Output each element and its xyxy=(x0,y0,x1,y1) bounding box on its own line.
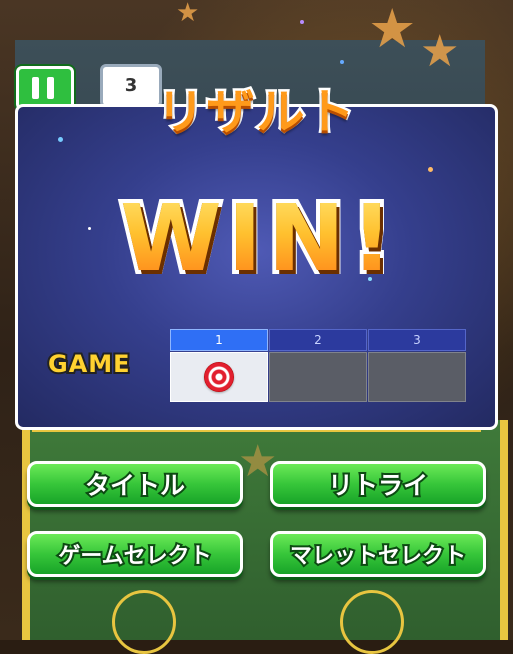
target-win-icon xyxy=(204,362,234,392)
game-result-cell xyxy=(269,352,367,402)
game-column-header: 3 xyxy=(368,329,466,351)
win-text: WIN! xyxy=(18,185,495,292)
game-select-button[interactable]: ゲームセレクト xyxy=(27,531,243,577)
game-label: GAME xyxy=(46,348,132,380)
mallet-select-button[interactable]: マレットセレクト xyxy=(270,531,486,577)
sparkle-dot xyxy=(428,167,433,172)
result-title: リザルト xyxy=(154,82,357,143)
mallet-ring-left xyxy=(112,590,176,654)
star-decoration: ★ xyxy=(176,0,200,28)
sparkle-dot xyxy=(340,60,344,64)
result-panel: WIN! WIN! GAME 1 2 3 xyxy=(15,104,498,430)
mallet-ring-right xyxy=(340,590,404,654)
game-result-cell xyxy=(368,352,466,402)
star-decoration: ★ xyxy=(368,0,417,60)
game-result-cell xyxy=(170,352,268,402)
game-column-header: 1 xyxy=(170,329,268,351)
retry-button[interactable]: リトライ xyxy=(270,461,486,507)
field-center-line xyxy=(32,430,481,432)
star-decoration: ★ xyxy=(420,26,460,77)
title-button[interactable]: タイトル xyxy=(27,461,243,507)
game-results-table: 1 2 3 xyxy=(170,329,466,403)
game-column-header: 2 xyxy=(269,329,367,351)
sparkle-dot xyxy=(300,20,304,24)
